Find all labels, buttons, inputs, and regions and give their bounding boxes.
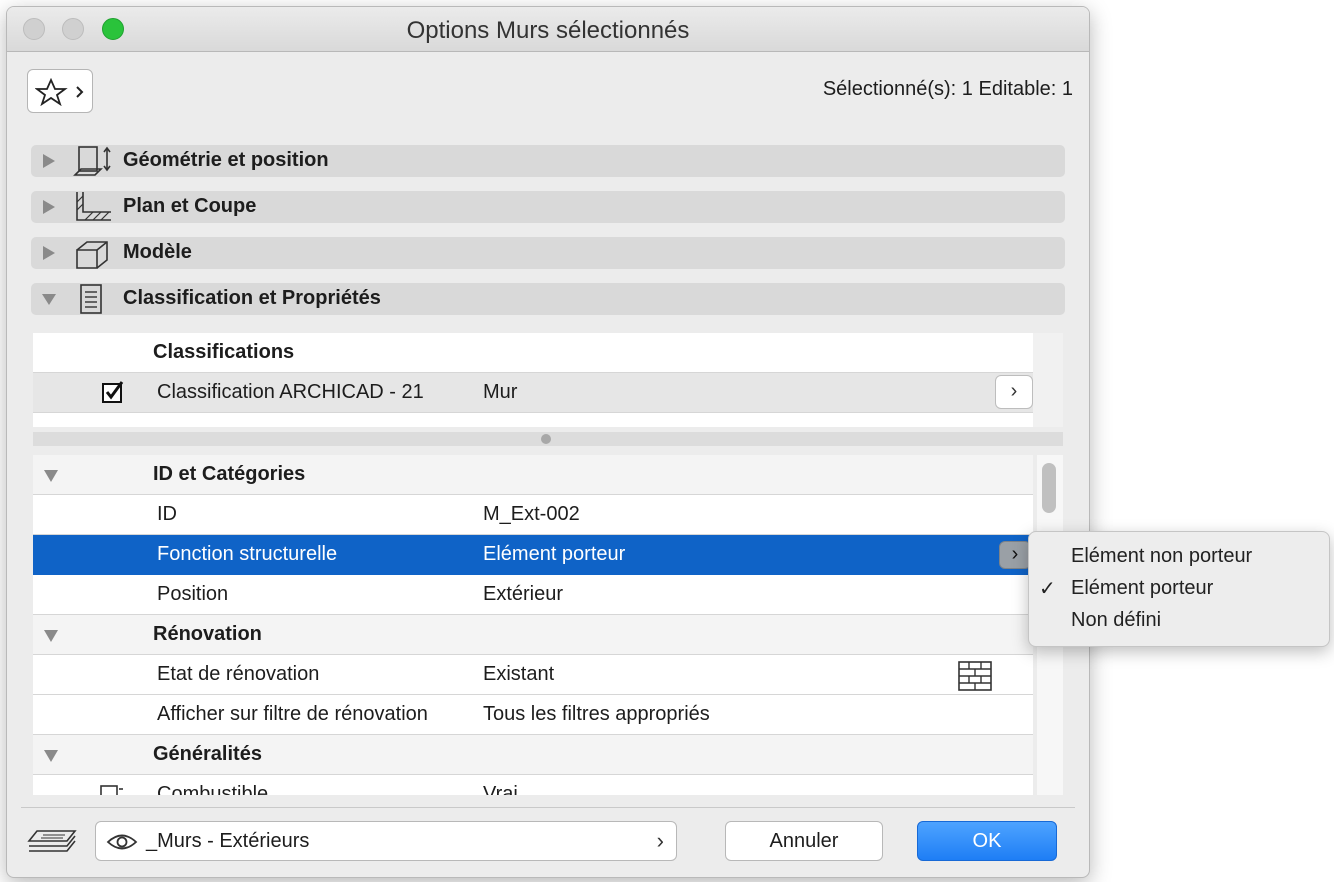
eye-icon — [106, 834, 138, 850]
group-label: Rénovation — [153, 623, 262, 645]
ok-button[interactable]: OK — [917, 821, 1057, 861]
splitter-handle[interactable] — [541, 434, 551, 444]
dialog-window: Options Murs sélectionnés Sélectionné(s)… — [6, 6, 1090, 878]
section-classification-proprietes[interactable]: Classification et Propriétés — [31, 283, 1065, 315]
classifications-header: Classifications — [33, 333, 1033, 373]
floorplan-section-icon — [76, 192, 111, 221]
collapse-triangle-icon — [44, 750, 58, 762]
section-title: Géométrie et position — [123, 149, 329, 171]
model-icon — [76, 241, 108, 269]
section-modele[interactable]: Modèle — [31, 237, 1065, 269]
property-name: Combustible — [157, 783, 269, 795]
cancel-button[interactable]: Annuler — [725, 821, 883, 861]
property-row-etat-renovation[interactable]: Etat de rénovation Existant — [33, 655, 1033, 695]
property-name: Position — [157, 583, 229, 605]
property-row-id[interactable]: ID M_Ext-002 — [33, 495, 1033, 535]
layer-label: _Murs - Extérieurs — [146, 830, 310, 852]
pane-splitter[interactable] — [33, 432, 1063, 446]
value-dropdown-button[interactable]: › — [999, 541, 1031, 569]
group-label: Généralités — [153, 743, 262, 765]
checkmark-icon: ✓ — [1039, 578, 1056, 600]
property-row-filtre-renovation[interactable]: Afficher sur filtre de rénovation Tous l… — [33, 695, 1033, 735]
chevron-right-icon: › — [656, 828, 664, 853]
classification-pane: Classifications Classification ARCHICAD … — [33, 333, 1063, 427]
group-label: ID et Catégories — [153, 463, 306, 485]
collapse-triangle-icon — [44, 630, 58, 642]
section-title: Plan et Coupe — [123, 195, 257, 217]
property-value[interactable]: Extérieur — [483, 583, 563, 606]
expand-triangle-icon — [43, 246, 55, 260]
property-value[interactable]: Vrai — [483, 783, 518, 795]
group-header-renovation[interactable]: Rénovation — [33, 615, 1033, 655]
section-title: Modèle — [123, 241, 192, 263]
window-title: Options Murs sélectionnés — [406, 17, 690, 44]
classification-name: Classification ARCHICAD - 21 — [157, 381, 424, 403]
group-label: Classifications — [153, 341, 295, 363]
dropdown-option-non-porteur[interactable]: Elément non porteur — [1071, 545, 1252, 568]
property-name: Fonction structurelle — [157, 543, 338, 565]
section-title: Classification et Propriétés — [123, 287, 381, 309]
collapse-triangle-icon — [42, 294, 56, 305]
collapse-triangle-icon — [44, 470, 58, 482]
expand-triangle-icon — [43, 154, 55, 168]
star-icon — [35, 78, 84, 106]
property-value[interactable]: Tous les filtres appropriés — [483, 703, 710, 726]
property-row-combustible[interactable]: Combustible Vrai — [33, 775, 1033, 795]
layers-icon — [27, 830, 77, 852]
property-value[interactable]: Elément porteur — [483, 543, 625, 566]
classification-row[interactable]: Classification ARCHICAD - 21 Mur › — [33, 373, 1033, 413]
expression-icon — [100, 785, 123, 795]
property-row-fonction-structurelle[interactable]: Fonction structurelle Elément porteur › — [33, 535, 1033, 575]
group-header-id-categories[interactable]: ID et Catégories — [33, 455, 1033, 495]
property-name: ID — [157, 503, 177, 525]
property-name: Etat de rénovation — [157, 663, 320, 685]
layer-select[interactable]: _Murs - Extérieurs › — [95, 821, 677, 861]
group-header-generalites[interactable]: Généralités — [33, 735, 1033, 775]
pane-scroll-gutter — [1033, 333, 1063, 427]
checkbox-checked-icon[interactable] — [101, 381, 125, 405]
favorites-button[interactable] — [27, 69, 93, 113]
dropdown-option-porteur[interactable]: Elément porteur — [1071, 577, 1213, 600]
section-geometry-position[interactable]: Géométrie et position — [31, 145, 1065, 177]
title-bar: Options Murs sélectionnés — [7, 7, 1089, 52]
footer-divider — [21, 807, 1075, 808]
property-row-position[interactable]: Position Extérieur — [33, 575, 1033, 615]
property-value[interactable]: M_Ext-002 — [483, 503, 580, 526]
property-name: Afficher sur filtre de rénovation — [157, 703, 428, 725]
geometry-icon — [73, 146, 111, 176]
scrollbar-thumb[interactable] — [1042, 463, 1056, 513]
section-plan-coupe[interactable]: Plan et Coupe — [31, 191, 1065, 223]
dropdown-option-non-defini[interactable]: Non défini — [1071, 609, 1161, 632]
document-icon — [80, 284, 102, 314]
selection-info: Sélectionné(s): 1 Editable: 1 — [822, 78, 1073, 100]
structural-function-dropdown: Elément non porteur ✓ Elément porteur No… — [1028, 531, 1330, 647]
classification-value: Mur — [483, 381, 518, 403]
property-value[interactable]: Existant — [483, 663, 554, 686]
classification-chevron-button[interactable]: › — [995, 375, 1033, 409]
brick-wall-icon — [958, 661, 992, 691]
expand-triangle-icon — [43, 200, 55, 214]
properties-list: ID et Catégories ID M_Ext-002 Fonction s… — [33, 455, 1033, 795]
